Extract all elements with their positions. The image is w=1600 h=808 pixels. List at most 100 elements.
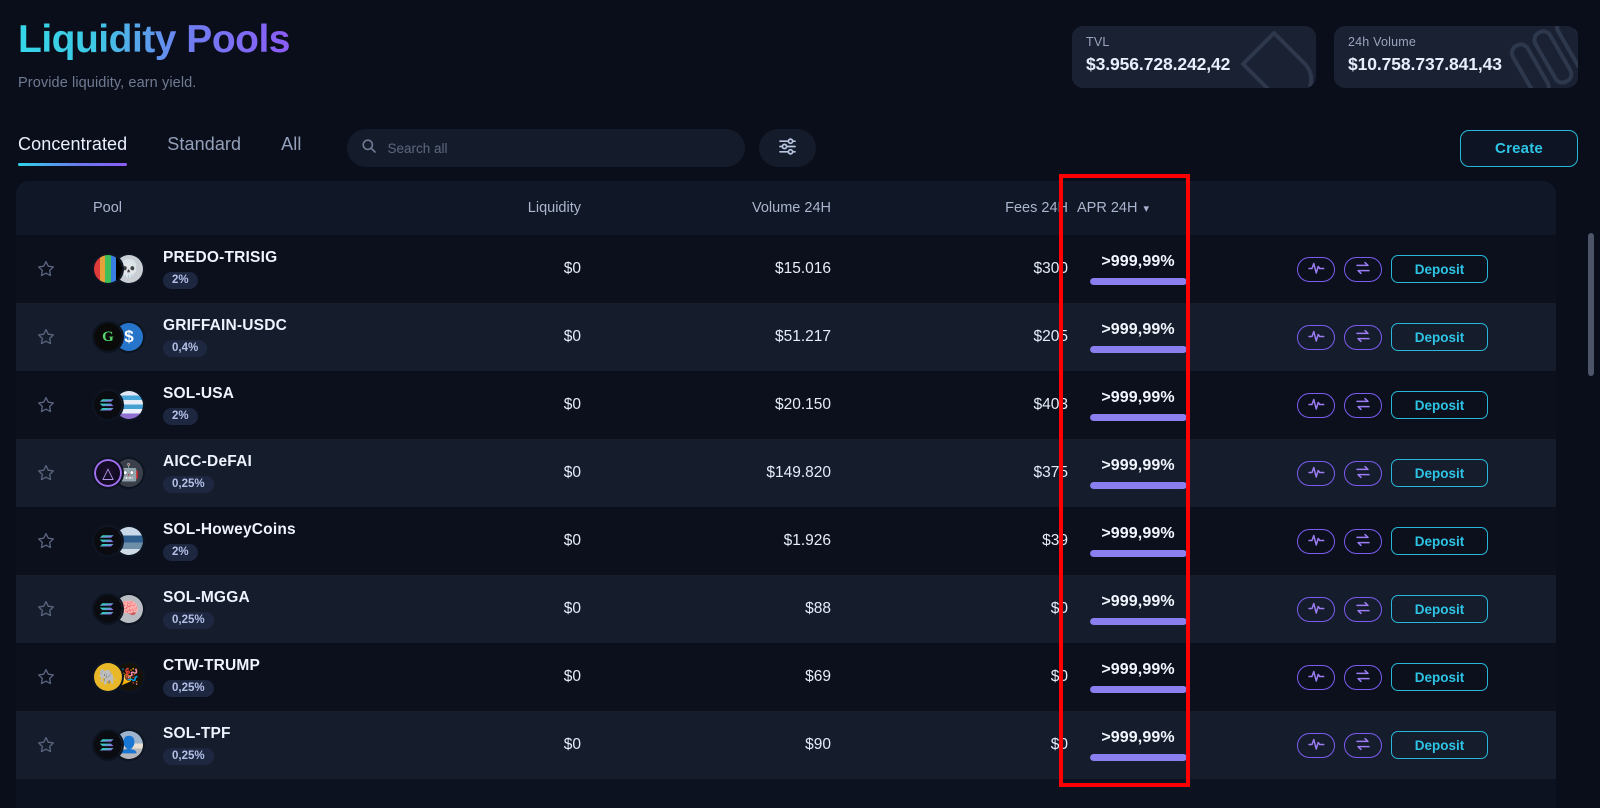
pool-meta: SOL-HoweyCoins 2% <box>163 521 296 561</box>
table-row[interactable]: SOL-HoweyCoins 2% $0 $1.926 $39 >999,99% Depos… <box>16 507 1556 575</box>
apr-progress-bar <box>1089 414 1187 421</box>
stat-value: $3.956.728.242,42 <box>1086 54 1231 74</box>
favorite-star-button[interactable] <box>16 600 76 618</box>
tab-concentrated[interactable]: Concentrated <box>18 130 147 166</box>
header-apr-label: APR 24H <box>1077 200 1138 216</box>
activity-chart-icon-button[interactable] <box>1297 460 1335 486</box>
volume-24h-cell: $69 <box>805 668 831 685</box>
table-row[interactable]: SOL-USA 2% $0 $20.150 $403 >999,99% Deposit <box>16 371 1556 439</box>
favorite-star-button[interactable] <box>16 396 76 414</box>
pool-name: GRIFFAIN-USDC <box>163 317 288 334</box>
pool-type-tabs: Concentrated Standard All <box>18 130 321 166</box>
deposit-button[interactable]: Deposit <box>1391 731 1488 759</box>
table-row[interactable]: 💀 PREDO-TRISIG 2% $0 $15.016 $300 >999,99% Depo… <box>16 235 1556 303</box>
table-row[interactable]: 🐘 🎉 CTW-TRUMP 0,25% $0 $69 $0 >999,99% Deposit <box>16 643 1556 711</box>
fee-tier-badge: 0,25% <box>163 612 214 629</box>
header-fees-24h: Fees 24H <box>1005 200 1068 216</box>
token-pair-icons <box>92 525 150 557</box>
volume-24h-cell: $20.150 <box>774 396 831 413</box>
deposit-button[interactable]: Deposit <box>1391 663 1488 691</box>
pool-cell: 💀 PREDO-TRISIG 2% <box>76 249 476 289</box>
row-actions: Deposit <box>1208 595 1556 623</box>
swap-arrows-icon-button[interactable] <box>1344 528 1382 554</box>
pool-cell: △ 🤖 AICC-DeFAI 0,25% <box>76 453 476 493</box>
deposit-button[interactable]: Deposit <box>1391 323 1488 351</box>
pool-meta: PREDO-TRISIG 2% <box>163 249 277 289</box>
table-scrollbar-track[interactable] <box>1588 233 1594 808</box>
table-row[interactable]: △ 🤖 AICC-DeFAI 0,25% $0 $149.820 $375 >999,99% D… <box>16 439 1556 507</box>
activity-chart-icon-button[interactable] <box>1297 324 1335 350</box>
swap-arrows-icon <box>1355 397 1371 414</box>
create-button[interactable]: Create <box>1460 129 1578 167</box>
favorite-star-button[interactable] <box>16 532 76 550</box>
favorite-star-button[interactable] <box>16 736 76 754</box>
apr-24h-cell: >999,99% <box>1068 457 1208 489</box>
activity-chart-icon-button[interactable] <box>1297 596 1335 622</box>
token-pair-icons <box>92 389 150 421</box>
swap-arrows-icon-button[interactable] <box>1344 732 1382 758</box>
deposit-button[interactable]: Deposit <box>1391 255 1488 283</box>
search-box[interactable] <box>347 129 746 167</box>
row-actions: Deposit <box>1208 527 1556 555</box>
pool-cell: G $ GRIFFAIN-USDC 0,4% <box>76 317 476 357</box>
swap-arrows-icon-button[interactable] <box>1344 256 1382 282</box>
table-header-row: Pool Liquidity Volume 24H Fees 24H APR 2… <box>16 181 1556 235</box>
fees-24h-cell: $0 <box>1050 668 1068 685</box>
liquidity-cell: $0 <box>563 396 581 413</box>
swap-arrows-icon-button[interactable] <box>1344 460 1382 486</box>
row-actions: Deposit <box>1208 255 1556 283</box>
apr-value: >999,99% <box>1101 321 1175 338</box>
favorite-star-button[interactable] <box>16 464 76 482</box>
activity-chart-icon-button[interactable] <box>1297 528 1335 554</box>
apr-progress-bar <box>1089 346 1187 353</box>
pool-meta: SOL-MGGA 0,25% <box>163 589 250 629</box>
activity-chart-icon-button[interactable] <box>1297 664 1335 690</box>
liquidity-cell: $0 <box>563 600 581 617</box>
token-pair-icons: 👤 <box>92 729 150 761</box>
pool-cell: SOL-HoweyCoins 2% <box>76 521 476 561</box>
token-pair-icons: 🧠 <box>92 593 150 625</box>
swap-arrows-icon-button[interactable] <box>1344 392 1382 418</box>
favorite-star-button[interactable] <box>16 260 76 278</box>
apr-24h-cell: >999,99% <box>1068 661 1208 693</box>
table-row[interactable]: 👤 SOL-TPF 0,25% $0 $90 $0 >999,99% Deposit <box>16 711 1556 779</box>
table-scrollbar-thumb[interactable] <box>1588 233 1594 376</box>
swap-arrows-icon-button[interactable] <box>1344 664 1382 690</box>
liquidity-cell: $0 <box>563 736 581 753</box>
apr-value: >999,99% <box>1101 661 1175 678</box>
pool-meta: SOL-TPF 0,25% <box>163 725 231 765</box>
table-row[interactable]: G $ GRIFFAIN-USDC 0,4% $0 $51.217 $205 >999,99%… <box>16 303 1556 371</box>
pool-meta: SOL-USA 2% <box>163 385 234 425</box>
swap-arrows-icon-button[interactable] <box>1344 324 1382 350</box>
fees-24h-cell: $205 <box>1033 328 1068 345</box>
search-input[interactable] <box>387 140 732 156</box>
tab-standard[interactable]: Standard <box>147 130 261 166</box>
sliders-icon <box>777 136 798 160</box>
pool-meta: AICC-DeFAI 0,25% <box>163 453 252 493</box>
header-apr-24h-sort[interactable]: APR 24H ▾ <box>1068 200 1208 216</box>
token-pair-icons: G $ <box>92 321 150 353</box>
row-actions: Deposit <box>1208 731 1556 759</box>
header-volume-24h: Volume 24H <box>752 200 831 216</box>
fees-24h-cell: $375 <box>1033 464 1068 481</box>
apr-progress-bar <box>1089 686 1187 693</box>
filter-button[interactable] <box>759 129 817 167</box>
tab-all[interactable]: All <box>261 130 321 166</box>
fee-tier-badge: 0,4% <box>163 340 208 357</box>
apr-progress-bar <box>1089 278 1187 285</box>
volume-24h-cell: $90 <box>805 736 831 753</box>
favorite-star-button[interactable] <box>16 328 76 346</box>
activity-chart-icon-button[interactable] <box>1297 392 1335 418</box>
activity-chart-icon-button[interactable] <box>1297 256 1335 282</box>
deposit-button[interactable]: Deposit <box>1391 527 1488 555</box>
fee-tier-badge: 0,25% <box>163 476 214 493</box>
favorite-star-button[interactable] <box>16 668 76 686</box>
activity-chart-icon <box>1307 669 1325 685</box>
swap-arrows-icon-button[interactable] <box>1344 596 1382 622</box>
table-row[interactable]: 🧠 SOL-MGGA 0,25% $0 $88 $0 >999,99% Deposit <box>16 575 1556 643</box>
deposit-button[interactable]: Deposit <box>1391 595 1488 623</box>
activity-chart-icon <box>1307 397 1325 413</box>
activity-chart-icon-button[interactable] <box>1297 732 1335 758</box>
deposit-button[interactable]: Deposit <box>1391 459 1488 487</box>
deposit-button[interactable]: Deposit <box>1391 391 1488 419</box>
